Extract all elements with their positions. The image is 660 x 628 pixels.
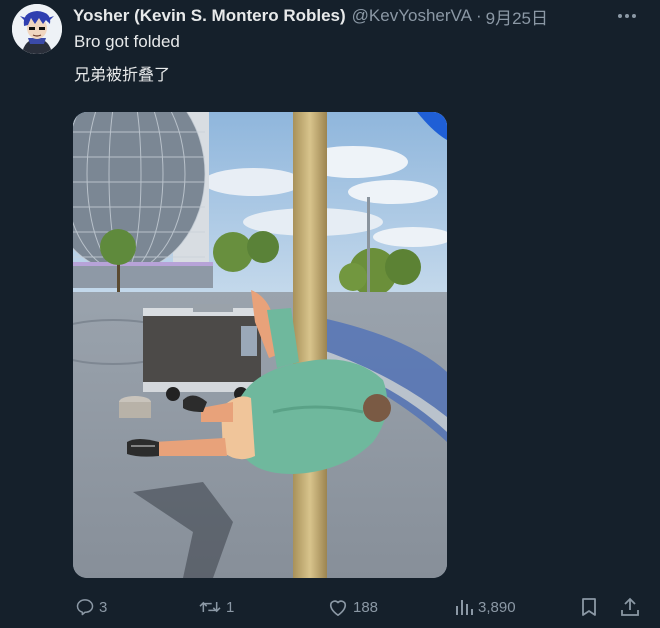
tweet-date[interactable]: 9月25日: [486, 4, 548, 29]
tweet: Yosher (Kevin S. Montero Robles) @KevYos…: [0, 0, 660, 628]
tweet-text-english: Bro got folded: [74, 32, 180, 51]
share-icon: [621, 597, 639, 616]
user-handle[interactable]: @KevYosherVA: [352, 6, 472, 26]
separator-dot: ·: [475, 6, 482, 25]
video-frame-image: [73, 112, 447, 578]
tweet-header: Yosher (Kevin S. Montero Robles) @KevYos…: [73, 4, 548, 28]
share-button[interactable]: [620, 595, 640, 619]
like-button[interactable]: 188: [327, 595, 378, 619]
bookmark-icon: [582, 598, 596, 616]
retweet-button[interactable]: 1: [198, 595, 234, 619]
tweet-media-video[interactable]: [73, 112, 447, 578]
display-name[interactable]: Yosher (Kevin S. Montero Robles): [73, 6, 346, 26]
more-dots-icon: [618, 14, 636, 18]
avatar[interactable]: [12, 4, 62, 54]
retweet-count: 1: [226, 598, 235, 616]
reply-count: 3: [99, 598, 108, 616]
like-count: 188: [353, 598, 379, 616]
views-button[interactable]: 3,890: [454, 595, 516, 619]
retweet-icon: [199, 601, 221, 613]
reply-button[interactable]: 3: [75, 595, 107, 619]
views-bar-chart-icon: [456, 600, 473, 615]
tweet-text-chinese: 兄弟被折叠了: [74, 65, 171, 84]
reply-icon: [76, 599, 94, 616]
bookmark-button[interactable]: [580, 595, 598, 619]
heart-icon: [329, 600, 347, 616]
avatar-icon: [12, 4, 62, 54]
view-count: 3,890: [478, 598, 516, 616]
more-button[interactable]: [612, 6, 642, 26]
action-bar: 3 1 188 3,890: [0, 595, 660, 619]
